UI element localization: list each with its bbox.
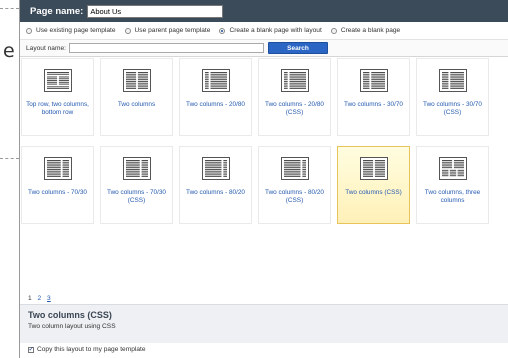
page-name-label: Page name: xyxy=(30,5,84,17)
radio-blank-page[interactable] xyxy=(330,27,337,34)
layout-thumbnail-icon xyxy=(281,157,309,180)
layout-tile-label: Two columns - 20/80 xyxy=(186,101,245,108)
option-label: Use parent page template xyxy=(134,27,211,34)
page-name-input[interactable] xyxy=(87,4,224,18)
layout-tile[interactable]: Two columns - 80/20 (CSS) xyxy=(258,146,331,224)
layout-name-input[interactable] xyxy=(68,43,264,53)
dashed-guide-bottom xyxy=(0,158,19,159)
layout-search-row: Layout name: Search xyxy=(20,40,508,57)
radio-existing-template[interactable] xyxy=(26,27,32,34)
layout-thumbnail-icon xyxy=(360,157,388,180)
layout-tile[interactable]: Two columns - 70/30 (CSS) xyxy=(100,146,173,224)
layout-thumbnail-icon xyxy=(439,157,467,180)
pagination: 1 2 3 xyxy=(28,295,55,302)
copy-layout-label: Copy this layout to my page template xyxy=(37,346,146,353)
layout-thumbnail-icon xyxy=(202,157,230,180)
layout-thumbnail-icon xyxy=(44,69,72,92)
selected-layout-title: Two columns (CSS) xyxy=(28,310,112,320)
option-label: Create a blank page xyxy=(340,27,401,34)
layout-thumbnail-icon xyxy=(44,157,72,180)
layout-tile-label: Two columns - 80/20 (CSS) xyxy=(265,189,324,204)
new-page-dialog: Page name: Use existing page template Us… xyxy=(19,0,508,358)
layout-thumbnail-icon xyxy=(123,69,151,92)
layout-tile-label: Two columns (CSS) xyxy=(345,189,402,196)
layout-name-label: Layout name: xyxy=(26,44,66,52)
layout-tile-label: Two columns - 20/80 (CSS) xyxy=(265,101,324,116)
option-blank-with-layout[interactable]: Create a blank page with layout xyxy=(219,27,322,34)
page-link-1[interactable]: 1 xyxy=(28,295,32,302)
radio-parent-template[interactable] xyxy=(124,27,131,34)
layout-thumbnail-icon xyxy=(123,157,151,180)
layout-tile[interactable]: Two columns - 30/70 xyxy=(337,58,410,136)
layout-tile-label: Two columns xyxy=(117,101,156,108)
selected-layout-info: Two columns (CSS) Two column layout usin… xyxy=(20,304,508,343)
background-text-fragment: e xyxy=(3,40,15,62)
layout-tile[interactable]: Two columns - 70/30 xyxy=(21,146,94,224)
layout-thumbnail-icon xyxy=(439,69,467,92)
layout-tile-label: Top row, two columns, bottom row xyxy=(26,101,89,116)
layout-tile[interactable]: Two columns - 20/80 (CSS) xyxy=(258,58,331,136)
option-blank-page[interactable]: Create a blank page xyxy=(330,27,401,34)
layout-grid: Top row, two columns, bottom row Two colu… xyxy=(20,56,508,288)
radio-blank-with-layout[interactable] xyxy=(219,27,226,34)
page-link-2[interactable]: 2 xyxy=(38,295,42,302)
option-label: Use existing page template xyxy=(36,27,116,34)
background-page-strip: e xyxy=(0,0,19,358)
layout-tile[interactable]: Two columns, three columns xyxy=(416,146,489,224)
layout-tile-label: Two columns - 80/20 xyxy=(186,189,245,196)
copy-layout-option[interactable]: Copy this layout to my page template xyxy=(28,345,146,353)
option-label: Create a blank page with layout xyxy=(229,27,322,34)
option-existing-template[interactable]: Use existing page template xyxy=(26,27,116,34)
page-creation-options: Use existing page template Use parent pa… xyxy=(20,22,508,40)
layout-thumbnail-icon xyxy=(281,69,309,92)
layout-tile[interactable]: Two columns - 30/70 (CSS) xyxy=(416,58,489,136)
page-link-3[interactable]: 3 xyxy=(47,295,51,302)
dialog-header: Page name: xyxy=(20,0,508,22)
layout-tile[interactable]: Two columns xyxy=(100,58,173,136)
layout-tile-label: Two columns - 30/70 (CSS) xyxy=(423,101,482,116)
layout-tile-label: Two columns, three columns xyxy=(424,189,481,204)
search-button[interactable]: Search xyxy=(267,42,328,54)
layout-thumbnail-icon xyxy=(202,69,230,92)
option-parent-template[interactable]: Use parent page template xyxy=(124,27,211,34)
layout-tile[interactable]: Two columns - 20/80 xyxy=(179,58,252,136)
layout-tile-label: Two columns - 30/70 xyxy=(344,101,403,108)
layout-tile[interactable]: Two columns - 80/20 xyxy=(179,146,252,224)
selected-layout-description: Two column layout using CSS xyxy=(28,323,116,330)
layout-tile-label: Two columns - 70/30 xyxy=(28,189,87,196)
layout-tile[interactable]: Two columns (CSS) xyxy=(337,146,410,224)
dashed-guide-top xyxy=(0,8,19,9)
layout-thumbnail-icon xyxy=(360,69,388,92)
copy-layout-checkbox[interactable] xyxy=(28,345,34,353)
layout-tile[interactable]: Top row, two columns, bottom row xyxy=(21,58,94,136)
layout-tile-label: Two columns - 70/30 (CSS) xyxy=(107,189,166,204)
